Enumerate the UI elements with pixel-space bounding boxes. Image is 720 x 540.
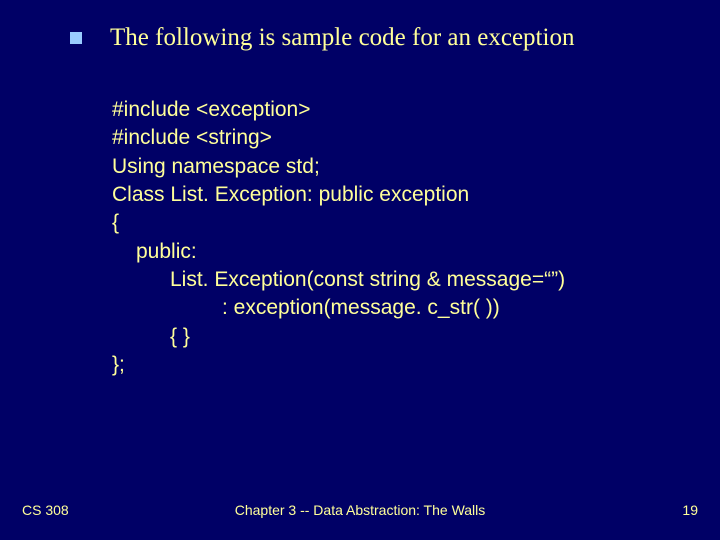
code-line: #include <exception> [112, 96, 565, 124]
code-line: Class List. Exception: public exception [112, 181, 565, 209]
code-line: public: [112, 238, 565, 266]
bullet-item: The following is sample code for an exce… [70, 24, 574, 52]
bullet-text: The following is sample code for an exce… [110, 24, 574, 52]
slide: The following is sample code for an exce… [0, 0, 720, 540]
code-line: Using namespace std; [112, 153, 565, 181]
footer-chapter: Chapter 3 -- Data Abstraction: The Walls [0, 502, 720, 518]
code-block: #include <exception> #include <string> U… [112, 96, 565, 379]
code-line: }; [112, 351, 565, 379]
bullet-square-icon [70, 32, 82, 44]
code-line: { } [112, 323, 565, 351]
footer-page-number: 19 [682, 502, 698, 518]
code-line: #include <string> [112, 124, 565, 152]
code-line: List. Exception(const string & message=“… [112, 266, 565, 294]
code-line: : exception(message. c_str( )) [112, 294, 565, 322]
code-line: { [112, 209, 565, 237]
